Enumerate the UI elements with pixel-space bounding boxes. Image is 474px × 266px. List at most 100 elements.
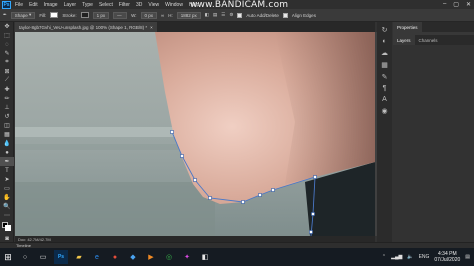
tray-chevron-icon[interactable]: ⌃ — [382, 254, 386, 260]
paragraph-icon[interactable]: ¶ — [383, 85, 387, 92]
media-player-icon[interactable]: ▶ — [144, 250, 158, 264]
doc-size-status: Doc: 42.7M/42.7M — [18, 236, 51, 242]
type-tool-icon[interactable]: T — [0, 166, 14, 175]
bandicam-icon[interactable]: ● — [108, 250, 122, 264]
adjustments-icon[interactable]: ◐ — [382, 38, 386, 45]
zoom-tool-icon[interactable]: 🔍 — [0, 202, 14, 211]
windows-taskbar: ⊞ ○ ▭ Ps ▰ e ● ◆ ▶ ◎ ✦ ◧ ⌃ ▂▄▆ 🔈 ENG 4:3… — [0, 248, 474, 266]
anchor-point[interactable] — [311, 212, 315, 216]
mode-select[interactable]: Shape ▾ — [10, 11, 36, 19]
menu-filter[interactable]: Filter — [119, 2, 130, 8]
history-icon[interactable]: ↻ — [382, 26, 388, 34]
menu-file[interactable]: File — [15, 2, 23, 8]
tab-layers[interactable]: Layers — [393, 35, 415, 45]
minimize-icon[interactable]: – — [443, 1, 446, 8]
character-icon[interactable]: A — [382, 96, 387, 103]
tab-properties[interactable]: Properties — [393, 22, 422, 32]
anchor-point[interactable] — [309, 230, 313, 234]
document-canvas[interactable] — [15, 32, 375, 236]
marquee-tool-icon[interactable]: ⬚ — [0, 31, 14, 40]
move-tool-icon[interactable]: ✥ — [0, 22, 14, 31]
menu-edit[interactable]: Edit — [29, 2, 38, 8]
options-bar: ✒ Shape ▾ Fill: Stroke: 1 px — W: 0 px ∞… — [0, 9, 474, 22]
menu-view[interactable]: View — [148, 2, 159, 8]
network-icon[interactable]: ▂▄▆ — [391, 254, 402, 260]
anchor-point[interactable] — [271, 188, 275, 192]
gradient-tool-icon[interactable]: ▦ — [0, 130, 14, 139]
path-arrangement-icon[interactable]: ☰ — [221, 12, 225, 18]
menu-select[interactable]: Select — [99, 2, 113, 8]
swatches-icon[interactable]: ▦ — [381, 61, 388, 69]
width-field[interactable]: 0 px — [140, 11, 158, 19]
photoshop-logo: Ps — [2, 0, 11, 9]
history-brush-tool-icon[interactable]: ↺ — [0, 112, 14, 121]
anchor-point[interactable] — [241, 200, 245, 204]
anchor-point[interactable] — [193, 178, 197, 182]
link-icon[interactable]: ∞ — [161, 13, 164, 18]
color-swatches[interactable] — [0, 220, 14, 234]
healing-tool-icon[interactable]: ✚ — [0, 85, 14, 94]
menu-image[interactable]: Image — [44, 2, 58, 8]
blur-tool-icon[interactable]: 💧 — [0, 139, 14, 148]
close-icon[interactable]: × — [150, 25, 153, 30]
maximize-icon[interactable]: ▢ — [453, 1, 459, 8]
anchor-point[interactable] — [258, 193, 262, 197]
gear-icon[interactable]: ⚙ — [229, 12, 233, 18]
anchor-point[interactable] — [313, 175, 317, 179]
fill-swatch[interactable] — [50, 12, 59, 18]
pen-tool-icon[interactable]: ✒ — [3, 12, 7, 18]
document-tab[interactable]: taylor-8gb7Gvhi_VeU-unsplash.jpg @ 100% … — [15, 22, 157, 32]
lasso-tool-icon[interactable]: ◌ — [0, 40, 14, 49]
hand-tool-icon[interactable]: ✋ — [0, 193, 14, 202]
stroke-width-field[interactable]: 1 px — [92, 11, 110, 19]
dodge-tool-icon[interactable]: ● — [0, 148, 14, 157]
photoshop-taskbar-icon[interactable]: Ps — [54, 250, 68, 264]
anchor-point[interactable] — [170, 130, 174, 134]
rectangle-tool-icon[interactable]: ▭ — [0, 184, 14, 193]
chrome-icon[interactable]: ◎ — [162, 250, 176, 264]
task-view-icon[interactable]: ▭ — [36, 250, 50, 264]
height-field[interactable]: 1882 px — [176, 11, 201, 19]
path-operations-icon[interactable]: ◧ — [205, 12, 209, 18]
quick-select-tool-icon[interactable]: ✎ — [0, 49, 14, 58]
background-color[interactable] — [5, 225, 11, 231]
tab-channels[interactable]: Channels — [415, 35, 442, 45]
crop-tool-icon[interactable]: ⌗ — [0, 58, 14, 67]
align-edges-checkbox[interactable] — [282, 12, 288, 18]
app-icon-2[interactable]: ◧ — [198, 250, 212, 264]
brush-tool-icon[interactable]: ✏ — [0, 94, 14, 103]
more-tools-icon[interactable]: ⋯ — [0, 211, 14, 220]
menu-type[interactable]: Type — [82, 2, 93, 8]
menu-window[interactable]: Window — [165, 2, 183, 8]
taskbar-clock[interactable]: 4:34 PM 07/Jul/2020 — [434, 251, 460, 263]
path-alignment-icon[interactable]: ▤ — [213, 12, 217, 18]
stamp-tool-icon[interactable]: ⊥ — [0, 103, 14, 112]
file-explorer-icon[interactable]: ▰ — [72, 250, 86, 264]
eraser-tool-icon[interactable]: ◫ — [0, 121, 14, 130]
brush-settings-icon[interactable]: ✎ — [382, 73, 388, 81]
language-indicator[interactable]: ENG — [419, 254, 430, 260]
edge-browser-icon[interactable]: e — [90, 250, 104, 264]
styles-icon[interactable]: ◉ — [381, 107, 387, 115]
libraries-icon[interactable]: ☁ — [381, 49, 388, 57]
canvas-image — [15, 32, 375, 236]
menu-3d[interactable]: 3D — [136, 2, 142, 8]
app-icon[interactable]: ✦ — [180, 250, 194, 264]
auto-add-delete-checkbox[interactable] — [237, 12, 243, 18]
stroke-style-select[interactable]: — — [113, 11, 128, 19]
path-select-tool-icon[interactable]: ➤ — [0, 175, 14, 184]
store-icon[interactable]: ◆ — [126, 250, 140, 264]
menu-layer[interactable]: Layer — [64, 2, 77, 8]
anchor-point[interactable] — [180, 154, 184, 158]
stroke-width-value: 1 px — [96, 12, 106, 18]
notifications-icon[interactable]: ▤ — [465, 254, 470, 260]
pen-tool-icon-active[interactable]: ✒ — [0, 157, 14, 166]
frame-tool-icon[interactable]: ⊠ — [0, 67, 14, 76]
eyedropper-tool-icon[interactable]: ⟋ — [0, 76, 14, 85]
windows-start-icon[interactable]: ⊞ — [0, 248, 16, 266]
stroke-swatch[interactable] — [80, 12, 89, 18]
anchor-point[interactable] — [208, 196, 212, 200]
close-icon[interactable]: ✕ — [466, 1, 471, 8]
search-icon[interactable]: ○ — [18, 250, 32, 264]
volume-icon[interactable]: 🔈 — [407, 254, 413, 260]
